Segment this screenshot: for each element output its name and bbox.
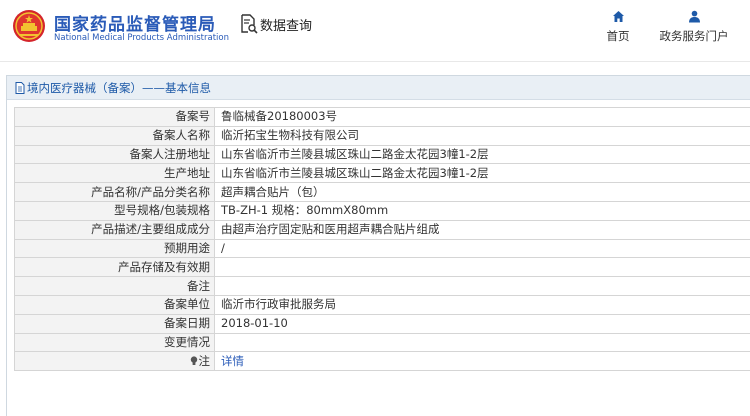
table-row: 备案号 鲁临械备20180003号 — [14, 107, 750, 127]
note-value: 详情 — [214, 351, 750, 372]
row-label: 产品描述/主要组成成分 — [14, 219, 215, 240]
table-row: 产品名称/产品分类名称 超声耦合贴片（包） — [14, 182, 750, 202]
brand-title[interactable]: 国家药品监督管理局 — [54, 10, 216, 35]
row-label: 备案号 — [14, 107, 215, 127]
lightbulb-icon — [190, 356, 197, 365]
nav-gov-portal-label: 政务服务门户 — [659, 29, 729, 43]
row-label: 生产地址 — [14, 163, 215, 184]
table-row: 备注 — [14, 276, 750, 296]
row-value: 由超声治疗固定贴和医用超声耦合贴片组成 — [214, 219, 750, 240]
table-row: 变更情况 — [14, 332, 750, 353]
row-label: 备案人名称 — [14, 125, 215, 146]
user-icon — [688, 10, 700, 23]
row-value: 2018-01-10 — [214, 313, 750, 334]
table-row: 备案人名称 临沂拓宝生物科技有限公司 — [14, 125, 750, 146]
row-label: 产品存储及有效期 — [14, 257, 215, 278]
brand-subtitle: National Medical Products Administration — [54, 33, 229, 43]
document-icon — [15, 81, 25, 94]
row-label: 备注 — [14, 276, 215, 296]
document-search-icon — [241, 14, 258, 34]
row-value: 临沂拓宝生物科技有限公司 — [214, 125, 750, 146]
row-label: 预期用途 — [14, 238, 215, 259]
data-query-link[interactable]: 数据查询 — [240, 14, 312, 34]
row-value: TB-ZH-1 规格：80mmX80mm — [214, 200, 750, 221]
row-value: 临沂市行政审批服务局 — [214, 294, 750, 315]
table-row: 备案单位 临沂市行政审批服务局 — [14, 294, 750, 315]
row-label: 型号规格/包装规格 — [14, 200, 215, 221]
row-value: 山东省临沂市兰陵县城区珠山二路金太花园3幢1-2层 — [214, 144, 750, 165]
table-row: 生产地址 山东省临沂市兰陵县城区珠山二路金太花园3幢1-2层 — [14, 163, 750, 184]
table-row: 产品描述/主要组成成分 由超声治疗固定贴和医用超声耦合贴片组成 — [14, 219, 750, 240]
panel-title: 境内医疗器械（备案）——基本信息 — [27, 80, 211, 95]
note-label-cell: 注 — [14, 351, 215, 372]
row-value — [214, 257, 750, 278]
national-emblem-icon — [13, 10, 45, 42]
row-label: 产品名称/产品分类名称 — [14, 182, 215, 202]
home-icon — [612, 11, 624, 22]
table-row: 预期用途 / — [14, 238, 750, 259]
panel-header: 境内医疗器械（备案）——基本信息 — [7, 76, 750, 100]
nav-gov-portal[interactable]: 政务服务门户 — [652, 10, 736, 44]
data-query-label: 数据查询 — [260, 18, 313, 34]
row-value: / — [214, 238, 750, 259]
row-value: 山东省临沂市兰陵县城区珠山二路金太花园3幢1-2层 — [214, 163, 750, 184]
row-value: 鲁临械备20180003号 — [214, 107, 750, 127]
note-label: 注 — [198, 353, 211, 368]
table-row: 型号规格/包装规格 TB-ZH-1 规格：80mmX80mm — [14, 200, 750, 221]
row-label: 变更情况 — [14, 332, 215, 353]
table-row: 备案人注册地址 山东省临沂市兰陵县城区珠山二路金太花园3幢1-2层 — [14, 144, 750, 165]
row-label: 备案单位 — [14, 294, 215, 315]
nav-home[interactable]: 首页 — [600, 10, 636, 44]
row-label: 备案日期 — [14, 313, 215, 334]
note-row: 注 详情 — [14, 351, 750, 372]
row-value: 超声耦合贴片（包） — [214, 182, 750, 202]
table-row: 备案日期 2018-01-10 — [14, 313, 750, 334]
header-divider — [0, 61, 750, 62]
row-value — [214, 332, 750, 353]
details-link[interactable]: 详情 — [221, 354, 244, 368]
record-panel: 境内医疗器械（备案）——基本信息 备案号 鲁临械备20180003号 备案人名称… — [6, 75, 750, 416]
row-label: 备案人注册地址 — [14, 144, 215, 165]
record-table: 备案号 鲁临械备20180003号 备案人名称 临沂拓宝生物科技有限公司 备案人… — [14, 107, 750, 372]
row-value — [214, 276, 750, 296]
site-header: 国家药品监督管理局 National Medical Products Admi… — [0, 0, 750, 62]
table-row: 产品存储及有效期 — [14, 257, 750, 278]
nav-home-label: 首页 — [606, 29, 630, 43]
